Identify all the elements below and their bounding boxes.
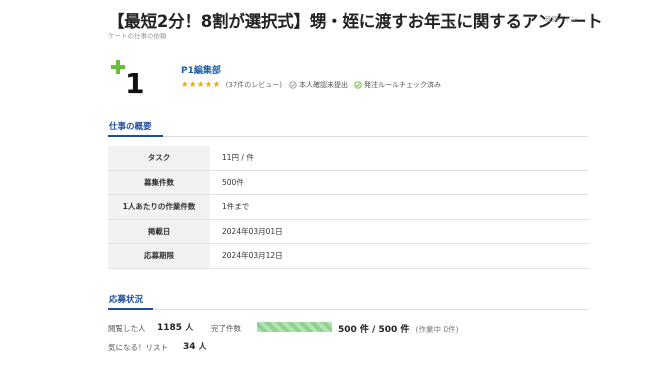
overview-heading: 仕事の概要 — [109, 122, 152, 132]
category-link[interactable]: 質問・アン — [545, 13, 577, 23]
watchlist-value: 34 — [183, 342, 196, 352]
plus-one-logo-icon: 1 — [111, 60, 144, 100]
progress-text: 500 件 / 500 件 (作業中 0件) — [338, 322, 459, 335]
row-value-deadline: 2024年03月12日 — [210, 243, 588, 269]
client-name[interactable]: P1編集部 — [181, 63, 221, 76]
row-value-per-person: 1件まで — [210, 194, 588, 220]
table-row: 1人あたりの作業件数 1件まで — [108, 194, 588, 220]
identity-status-label: 本人確認未提出 — [298, 81, 348, 89]
table-row: 募集件数 500件 — [108, 170, 588, 195]
client-logo[interactable]: 1 — [111, 60, 145, 100]
views-count: 1185 人 — [157, 322, 193, 333]
client-rating-row: ★★★★★ (37件のレビュー) 本人確認未提出 発注ルールチェック済み — [181, 80, 447, 90]
category-link-continued[interactable]: ケートの仕事の依頼 — [108, 30, 167, 40]
row-label-posted-date: 掲載日 — [108, 219, 210, 244]
watchlist-count: 34 人 — [183, 341, 207, 352]
progress-count: 500 件 / 500 件 — [338, 325, 410, 335]
rating-stars: ★★★★★ — [181, 80, 221, 90]
order-rule-status-label: 発注ルールチェック済み — [363, 81, 441, 89]
completion-progress-bar — [257, 322, 332, 332]
row-label-deadline: 応募期限 — [108, 243, 210, 269]
overview-divider — [108, 136, 588, 137]
check-circle-icon — [289, 81, 297, 89]
row-label-recruit-count: 募集件数 — [108, 170, 210, 195]
row-value-posted-date: 2024年03月01日 — [210, 219, 588, 244]
row-value-task: 11円 / 件 — [210, 146, 588, 171]
views-value: 1185 — [157, 323, 183, 333]
progress-in-work: (作業中 0件) — [415, 325, 459, 334]
row-value-recruit-count: 500件 — [210, 170, 588, 195]
page-title: 【最短2分！8割が選択式】甥・姪に渡すお年玉に関するアンケート — [108, 12, 603, 31]
identity-status: 本人確認未提出 — [289, 80, 348, 90]
row-label-per-person: 1人あたりの作業件数 — [108, 194, 210, 220]
order-rule-status: 発注ルールチェック済み — [354, 80, 441, 90]
watchlist-label: 気になる！リスト — [108, 343, 168, 352]
completed-label: 完了件数 — [211, 324, 241, 333]
svg-text:1: 1 — [125, 67, 144, 94]
status-heading-underline — [108, 308, 153, 310]
check-circle-icon — [354, 81, 362, 89]
progress-fill — [257, 322, 332, 332]
row-label-task: タスク — [108, 146, 210, 171]
table-row: 掲載日 2024年03月01日 — [108, 219, 588, 244]
table-row: 応募期限 2024年03月12日 — [108, 243, 588, 269]
overview-heading-underline — [108, 135, 163, 137]
status-heading: 応募状況 — [109, 295, 144, 305]
review-count-link[interactable]: (37件のレビュー) — [226, 80, 282, 90]
job-details-table: タスク 11円 / 件 募集件数 500件 1人あたりの作業件数 1件まで 掲載… — [108, 146, 588, 269]
views-unit: 人 — [185, 323, 194, 332]
views-label: 閲覧した人 — [108, 324, 146, 333]
status-divider — [108, 309, 588, 310]
table-row: タスク 11円 / 件 — [108, 146, 588, 171]
watchlist-unit: 人 — [198, 342, 207, 351]
